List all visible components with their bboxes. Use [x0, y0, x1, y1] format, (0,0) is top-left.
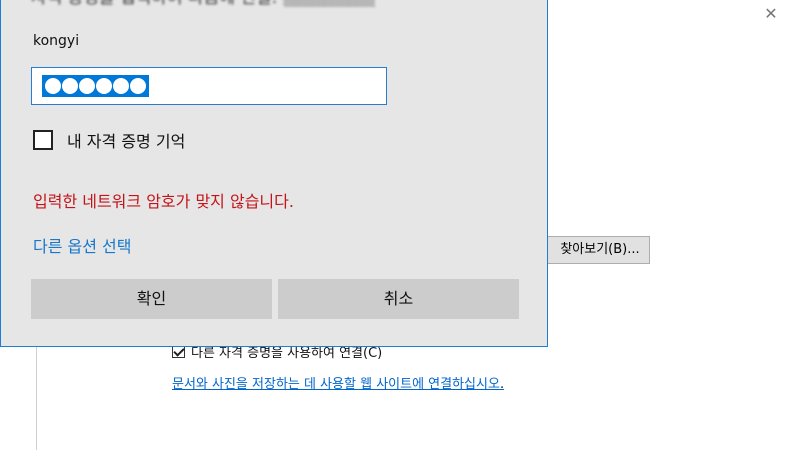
- error-message: 입력한 네트워크 암호가 맞지 않습니다.: [33, 192, 294, 211]
- password-dot: [45, 78, 61, 94]
- username-label: kongyi: [33, 33, 80, 49]
- password-dot: [113, 78, 129, 94]
- password-dot: [62, 78, 78, 94]
- dialog-heading-text: 자격 증명을 입력하여 다음에 연결:: [31, 0, 277, 8]
- password-mask: [42, 75, 149, 97]
- website-link[interactable]: 문서와 사진을 저장하는 데 사용할 웹 사이트에 연결하십시오: [172, 377, 500, 392]
- more-options-link[interactable]: 다른 옵션 선택: [33, 233, 132, 257]
- dialog-heading: 자격 증명을 입력하여 다음에 연결: ▒▒▒▒▒▒▒: [31, 0, 375, 8]
- close-icon[interactable]: ✕: [761, 4, 781, 24]
- credential-dialog: 자격 증명을 입력하여 다음에 연결: ▒▒▒▒▒▒▒ kongyi 내 자격 증…: [0, 0, 548, 347]
- remember-credentials-option[interactable]: 내 자격 증명 기억: [33, 128, 185, 152]
- remember-checkbox[interactable]: [33, 130, 53, 150]
- password-dot: [79, 78, 95, 94]
- password-dot: [130, 78, 146, 94]
- password-dot: [96, 78, 112, 94]
- server-name-redacted: ▒▒▒▒▒▒▒: [283, 0, 375, 8]
- browse-button[interactable]: 찾아보기(B)...: [546, 236, 650, 264]
- password-input[interactable]: [31, 67, 387, 105]
- cancel-button[interactable]: 취소: [278, 279, 519, 319]
- remember-label: 내 자격 증명 기억: [67, 132, 186, 151]
- ok-button[interactable]: 확인: [31, 279, 272, 319]
- website-link-row[interactable]: 문서와 사진을 저장하는 데 사용할 웹 사이트에 연결하십시오.: [172, 373, 504, 392]
- link-period: .: [499, 377, 505, 392]
